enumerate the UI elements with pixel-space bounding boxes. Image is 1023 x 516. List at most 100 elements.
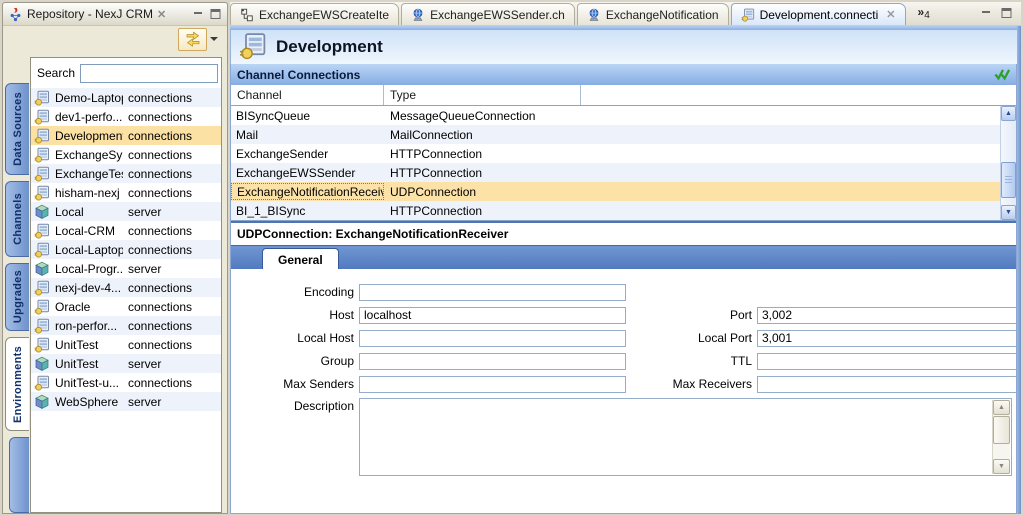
- description-scrollbar[interactable]: ▲ ▼: [992, 400, 1010, 474]
- panel-close-icon[interactable]: ✕: [157, 8, 166, 21]
- tree-item[interactable]: Local-Progr...server: [31, 259, 221, 278]
- tab-general[interactable]: General: [262, 248, 339, 270]
- tree-item-type: connections: [128, 224, 192, 238]
- chevron-down-icon[interactable]: [210, 37, 218, 41]
- field-ttl[interactable]: [757, 353, 1017, 370]
- search-input[interactable]: [80, 64, 218, 83]
- sidebar-tab-environments[interactable]: Environments: [5, 337, 29, 431]
- tree-item[interactable]: hisham-nexjconnections: [31, 183, 221, 202]
- cell-channel: ExchangeEWSSender: [231, 166, 384, 180]
- field-local-port[interactable]: [757, 330, 1017, 347]
- scroll-down-icon[interactable]: ▼: [1001, 205, 1016, 220]
- tree-item[interactable]: Demo-Laptopconnections: [31, 88, 221, 107]
- field-encoding[interactable]: [359, 284, 626, 301]
- tree-item[interactable]: ExchangeTestconnections: [31, 164, 221, 183]
- form-row: TTL: [642, 352, 1017, 370]
- panel-title: Repository - NexJ CRM: [27, 7, 153, 21]
- cell-channel: BISyncQueue: [231, 109, 384, 123]
- field-max-senders[interactable]: [359, 376, 626, 393]
- table-row[interactable]: ExchangeNotificationReceiverUDPConnectio…: [231, 182, 1016, 201]
- cell-type: HTTPConnection: [384, 166, 581, 180]
- tree-item-type: connections: [128, 129, 192, 143]
- editor-tab[interactable]: ExchangeEWSSender.ch: [401, 3, 575, 25]
- connections-icon: [34, 280, 50, 296]
- table-row[interactable]: BISyncQueueMessageQueueConnection: [231, 106, 1016, 125]
- form-row: Local Port: [642, 329, 1017, 347]
- tree-item[interactable]: Local-Laptopconnections: [31, 240, 221, 259]
- editor-window-buttons: [980, 7, 1013, 18]
- table-row[interactable]: MailMailConnection: [231, 125, 1016, 144]
- field-label-port: Port: [642, 308, 757, 322]
- sidebar-tab-upgrades[interactable]: Upgrades: [5, 263, 29, 331]
- tree-item[interactable]: UnitTestconnections: [31, 335, 221, 354]
- cell-channel: Mail: [231, 128, 384, 142]
- table-scrollbar[interactable]: ▲ ▼: [1000, 106, 1016, 220]
- tree-item-type: server: [128, 262, 161, 276]
- column-header-channel[interactable]: Channel: [231, 85, 384, 105]
- tree-item[interactable]: ExchangeSync connections: [31, 145, 221, 164]
- server-icon: [34, 356, 50, 372]
- connections-icon: [34, 223, 50, 239]
- connections-icon: [34, 375, 50, 391]
- field-group[interactable]: [359, 353, 626, 370]
- table-header-row: Channel Type: [231, 85, 1016, 106]
- editor-maximize-icon[interactable]: [1000, 7, 1013, 18]
- column-header-empty[interactable]: [581, 85, 1000, 105]
- tree-item[interactable]: UnitTestserver: [31, 354, 221, 373]
- tree-item[interactable]: Developmentconnections: [31, 126, 221, 145]
- cell-type: HTTPConnection: [384, 147, 581, 161]
- editor-tab[interactable]: Development.connecti✕: [731, 3, 906, 25]
- repository-panel-titlebar[interactable]: Repository - NexJ CRM ✕: [3, 3, 227, 26]
- description-field-wrap: ▲ ▼: [359, 398, 1012, 476]
- tree-item-name: ExchangeSync: [55, 148, 123, 162]
- scroll-down-icon[interactable]: ▼: [993, 459, 1010, 474]
- tab-close-icon[interactable]: ✕: [886, 8, 895, 21]
- panel-minimize-icon[interactable]: [192, 9, 205, 20]
- scroll-up-icon[interactable]: ▲: [993, 400, 1010, 415]
- general-form: Description ▲ ▼ EncodingHostLocal HostGr…: [231, 269, 1016, 511]
- table-row[interactable]: ExchangeEWSSenderHTTPConnection: [231, 163, 1016, 182]
- tree-item[interactable]: Oracleconnections: [31, 297, 221, 316]
- tree-item[interactable]: ron-perfor...connections: [31, 316, 221, 335]
- column-header-type[interactable]: Type: [384, 85, 581, 105]
- tab-overflow-indicator[interactable]: »4: [918, 5, 930, 21]
- editor-tab-label: ExchangeEWSSender.ch: [430, 8, 565, 22]
- tree-item-type: connections: [128, 319, 192, 333]
- scrollbar-thumb[interactable]: [1001, 162, 1016, 198]
- description-field[interactable]: [359, 398, 1012, 476]
- scrollbar-thumb[interactable]: [993, 416, 1010, 444]
- tree-item-type: connections: [128, 186, 192, 200]
- connections-icon: [239, 32, 267, 63]
- repository-panel: Repository - NexJ CRM ✕ Data Sources Chan…: [2, 2, 228, 514]
- sidebar-tab-data-sources[interactable]: Data Sources: [5, 83, 29, 175]
- tree-item[interactable]: Local-CRMconnections: [31, 221, 221, 240]
- editor-area: ExchangeEWSCreateIte ExchangeEWSSender.ch…: [230, 2, 1021, 514]
- field-host[interactable]: [359, 307, 626, 324]
- cell-type: UDPConnection: [384, 185, 581, 199]
- tree-item-type: connections: [128, 148, 192, 162]
- tree-item[interactable]: dev1-perfo...connections: [31, 107, 221, 126]
- editor-tab-bar: ExchangeEWSCreateIte ExchangeEWSSender.ch…: [230, 2, 1021, 25]
- tree-item[interactable]: WebSphereserver: [31, 392, 221, 411]
- panel-maximize-icon[interactable]: [209, 9, 222, 20]
- tree-item-type: connections: [128, 167, 192, 181]
- editor-tab[interactable]: ExchangeEWSCreateIte: [230, 3, 399, 25]
- connections-icon: [34, 128, 50, 144]
- field-local-host[interactable]: [359, 330, 626, 347]
- table-row[interactable]: BI_1_BISyncHTTPConnection: [231, 201, 1016, 220]
- form-row: Port: [642, 306, 1017, 324]
- tree-item[interactable]: nexj-dev-4...connections: [31, 278, 221, 297]
- editor-tab[interactable]: ExchangeNotification: [577, 3, 729, 25]
- field-port[interactable]: [757, 307, 1017, 324]
- editor-minimize-icon[interactable]: [980, 7, 993, 18]
- table-row[interactable]: ExchangeSenderHTTPConnection: [231, 144, 1016, 163]
- tree-item[interactable]: UnitTest-u...connections: [31, 373, 221, 392]
- tree-item-type: connections: [128, 281, 192, 295]
- editor-header: Development: [230, 30, 1021, 64]
- connections-icon: [34, 299, 50, 315]
- scroll-up-icon[interactable]: ▲: [1001, 106, 1016, 121]
- tree-item[interactable]: Localserver: [31, 202, 221, 221]
- sidebar-tab-channels[interactable]: Channels: [5, 181, 29, 257]
- field-max-receivers[interactable]: [757, 376, 1017, 393]
- sync-swap-icon[interactable]: [178, 28, 207, 51]
